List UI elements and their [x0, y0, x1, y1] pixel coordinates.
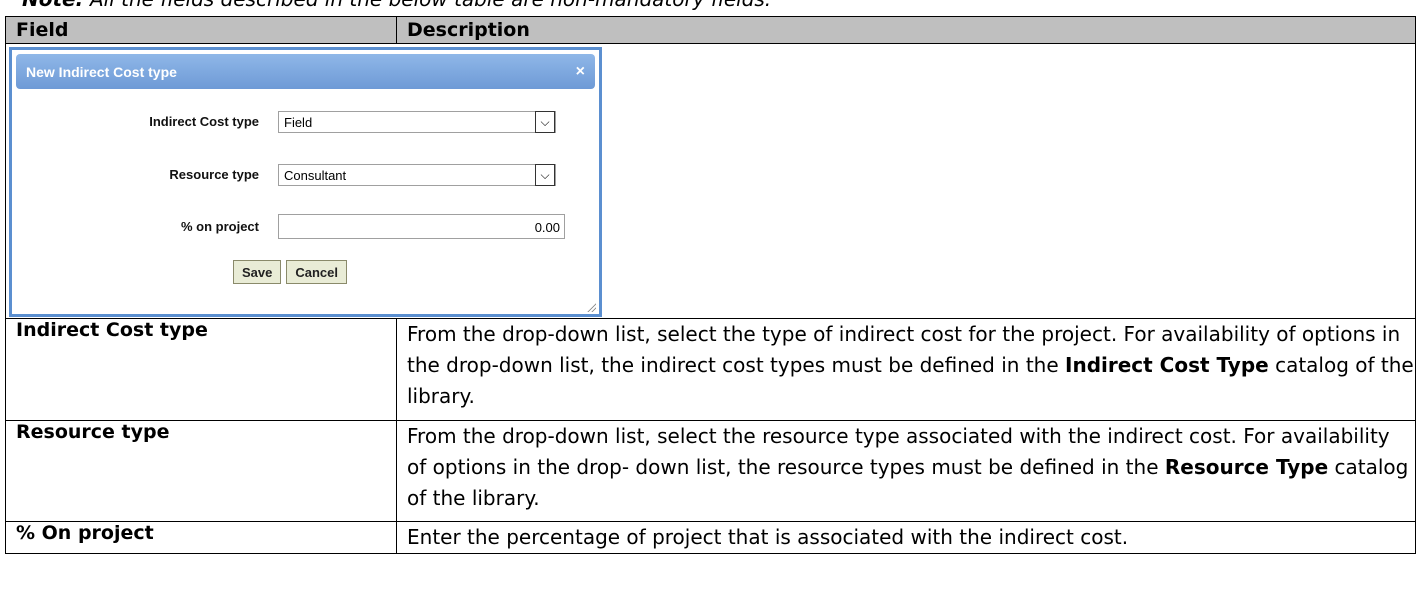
- new-indirect-cost-dialog: New Indirect Cost type × Indirect Cost t…: [9, 47, 602, 317]
- row-description: Enter the percentage of project that is …: [396, 521, 1416, 554]
- row-field-name: % On project: [5, 521, 397, 554]
- indirect-cost-type-row: Indirect Cost type Field ⌵: [12, 108, 599, 136]
- dialog-body: Indirect Cost type Field ⌵ Resource type…: [12, 89, 599, 315]
- save-button[interactable]: Save: [233, 260, 282, 284]
- resource-type-value: Consultant: [284, 168, 347, 183]
- resize-grip-icon[interactable]: [586, 302, 596, 312]
- dialog-header: New Indirect Cost type ×: [16, 54, 595, 89]
- table-header-row: Field Description: [5, 16, 1416, 44]
- table-row: Indirect Cost type From the drop-down li…: [5, 318, 1416, 421]
- row-description: From the drop-down list, select the reso…: [396, 420, 1416, 522]
- desc-text: Enter the percentage of project that is …: [407, 525, 1129, 549]
- resource-type-row: Resource type Consultant ⌵: [12, 161, 599, 189]
- header-field: Field: [5, 16, 397, 44]
- percent-on-project-input[interactable]: 0.00: [278, 214, 565, 239]
- cancel-button[interactable]: Cancel: [286, 260, 348, 284]
- chevron-down-icon[interactable]: ⌵: [535, 164, 555, 186]
- desc-bold: Indirect Cost Type: [1065, 353, 1269, 377]
- dialog-buttons: Save Cancel: [233, 260, 348, 284]
- resource-type-label: Resource type: [169, 167, 259, 182]
- chevron-down-icon[interactable]: ⌵: [535, 111, 555, 133]
- row-field-name: Indirect Cost type: [5, 318, 397, 421]
- note-label: Note:: [22, 0, 84, 11]
- row-field-name: Resource type: [5, 420, 397, 522]
- row-description: From the drop-down list, select the type…: [396, 318, 1416, 421]
- table-row: % On project Enter the percentage of pro…: [5, 521, 1416, 554]
- note-line: Note: All the fields described in the be…: [22, 0, 771, 11]
- dialog-title: New Indirect Cost type: [26, 63, 177, 80]
- screenshot-row: New Indirect Cost type × Indirect Cost t…: [5, 43, 1416, 319]
- note-text: All the fields described in the below ta…: [84, 0, 771, 11]
- close-icon[interactable]: ×: [576, 63, 585, 81]
- field-description-table: Field Description New Indirect Cost type…: [5, 16, 1416, 554]
- indirect-cost-type-select[interactable]: Field ⌵: [278, 111, 556, 133]
- percent-on-project-row: % on project 0.00: [12, 213, 599, 241]
- indirect-cost-type-value: Field: [284, 115, 313, 130]
- desc-bold: Resource Type: [1164, 455, 1329, 479]
- percent-on-project-label: % on project: [180, 219, 259, 234]
- table-row: Resource type From the drop-down list, s…: [5, 420, 1416, 522]
- indirect-cost-type-label: Indirect Cost type: [149, 114, 259, 129]
- header-description: Description: [396, 16, 1416, 44]
- resource-type-select[interactable]: Consultant ⌵: [278, 164, 556, 186]
